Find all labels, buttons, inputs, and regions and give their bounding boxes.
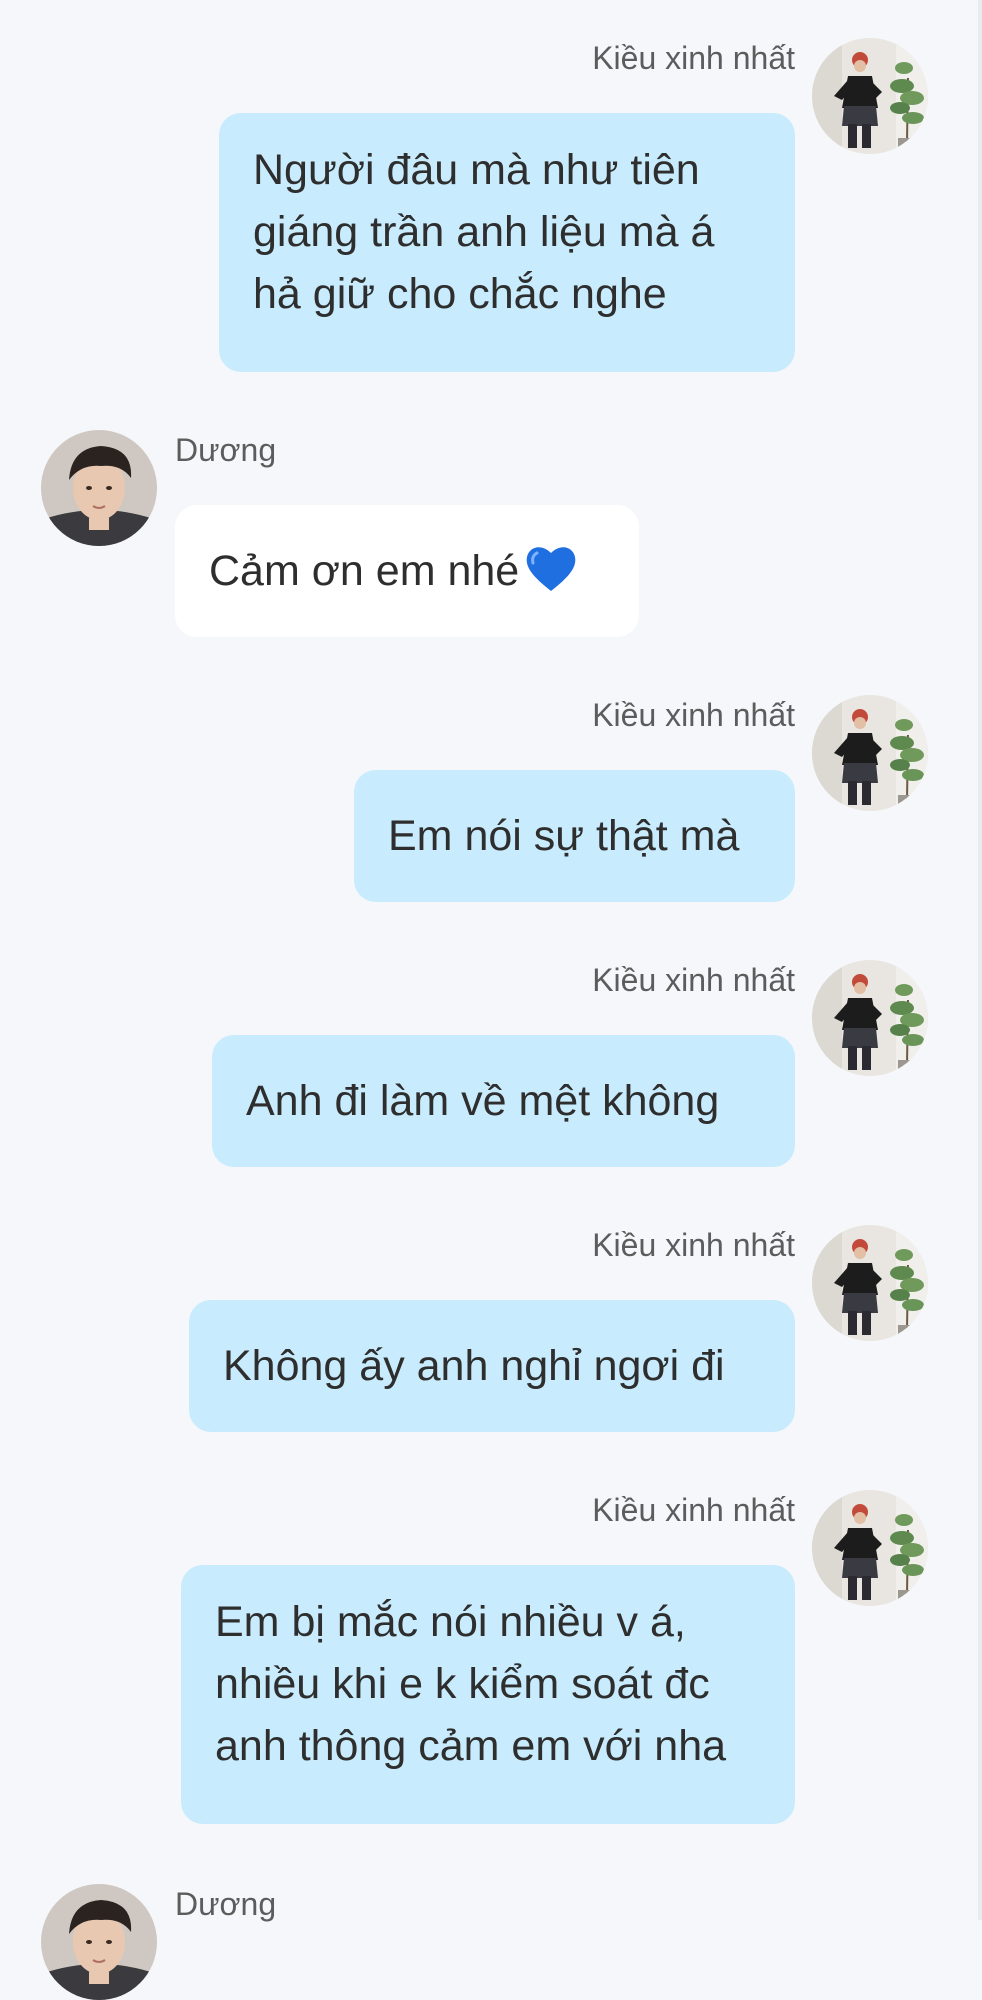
- avatar-kieu[interactable]: [812, 695, 928, 811]
- sender-name: Kiều xinh nhất: [592, 40, 795, 76]
- message-bubble[interactable]: Người đâu mà như tiên giáng trần anh liệ…: [219, 113, 795, 372]
- sender-name: Kiều xinh nhất: [592, 962, 795, 998]
- sender-name: Dương: [175, 432, 277, 468]
- message-text: Cảm ơn em nhé: [209, 547, 520, 595]
- avatar-image: [812, 1225, 928, 1341]
- sender-name: Dương: [175, 1886, 277, 1922]
- avatar-image: [812, 960, 928, 1076]
- message-text: Anh đi làm về mệt không: [246, 1077, 720, 1125]
- message-bubble[interactable]: Không ấy anh nghỉ ngơi đi: [189, 1300, 795, 1432]
- avatar-image: [41, 430, 157, 546]
- message-bubble[interactable]: Anh đi làm về mệt không: [212, 1035, 795, 1167]
- message-bubble[interactable]: Cảm ơn em nhé: [175, 505, 639, 637]
- avatar-image: [812, 1490, 928, 1606]
- sender-name: Kiều xinh nhất: [592, 1492, 795, 1528]
- scrollbar-track[interactable]: [978, 0, 982, 1920]
- sender-name: Kiều xinh nhất: [592, 1227, 795, 1263]
- avatar-image: [812, 38, 928, 154]
- message-text: Người đâu mà như tiên giáng trần anh liệ…: [253, 146, 715, 318]
- message-bubble[interactable]: Em nói sự thật mà: [354, 770, 795, 902]
- avatar-kieu[interactable]: [812, 38, 928, 154]
- blue-heart-icon: [526, 547, 576, 591]
- avatar-image: [41, 1884, 157, 2000]
- avatar-duong[interactable]: [41, 1884, 157, 2000]
- message-text: Em nói sự thật mà: [388, 812, 740, 860]
- chat-view[interactable]: Kiều xinh nhất Người đâu mà như tiên giá…: [0, 0, 982, 1920]
- message-bubble[interactable]: Em bị mắc nói nhiều v á, nhiều khi e k k…: [181, 1565, 795, 1824]
- avatar-kieu[interactable]: [812, 1225, 928, 1341]
- avatar-image: [812, 695, 928, 811]
- sender-name: Kiều xinh nhất: [592, 697, 795, 733]
- avatar-duong[interactable]: [41, 430, 157, 546]
- avatar-kieu[interactable]: [812, 1490, 928, 1606]
- message-text: Không ấy anh nghỉ ngơi đi: [223, 1342, 725, 1390]
- avatar-kieu[interactable]: [812, 960, 928, 1076]
- message-text: Em bị mắc nói nhiều v á, nhiều khi e k k…: [215, 1598, 727, 1770]
